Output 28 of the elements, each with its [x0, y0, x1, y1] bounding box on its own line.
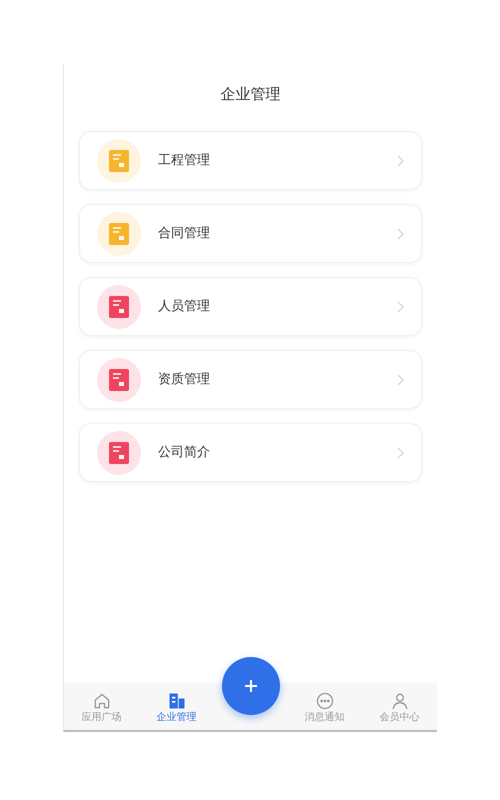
menu-item[interactable]: 工程管理 [79, 131, 422, 190]
menu-item-label: 公司简介 [158, 444, 211, 462]
menu-item[interactable]: 人员管理 [79, 277, 422, 336]
building-icon [166, 690, 186, 710]
document-icon [97, 358, 141, 402]
plus-icon [243, 678, 259, 694]
document-icon [97, 284, 141, 328]
menu-item[interactable]: 合同管理 [79, 204, 422, 263]
chevron-right-icon [396, 228, 404, 240]
menu-item[interactable]: 公司简介 [79, 423, 422, 482]
document-icon [97, 138, 141, 182]
chevron-right-icon [396, 154, 404, 166]
tab-bar-item[interactable]: 企业管理 [139, 690, 214, 722]
add-button[interactable] [222, 657, 280, 715]
menu-item[interactable]: 资质管理 [79, 350, 422, 409]
user-icon [390, 690, 410, 710]
page-title: 企业管理 [220, 84, 280, 105]
menu-item-label: 资质管理 [158, 370, 211, 389]
menu-item-label: 工程管理 [158, 152, 211, 170]
chevron-right-icon [396, 446, 404, 458]
chevron-right-icon [396, 300, 404, 312]
document-icon [97, 212, 141, 256]
chat-icon [314, 690, 334, 710]
chevron-right-icon [396, 374, 404, 386]
menu-item-label: 人员管理 [158, 298, 211, 316]
home-icon [92, 690, 112, 710]
menu-item-label: 合同管理 [158, 224, 211, 243]
document-icon [97, 430, 141, 474]
